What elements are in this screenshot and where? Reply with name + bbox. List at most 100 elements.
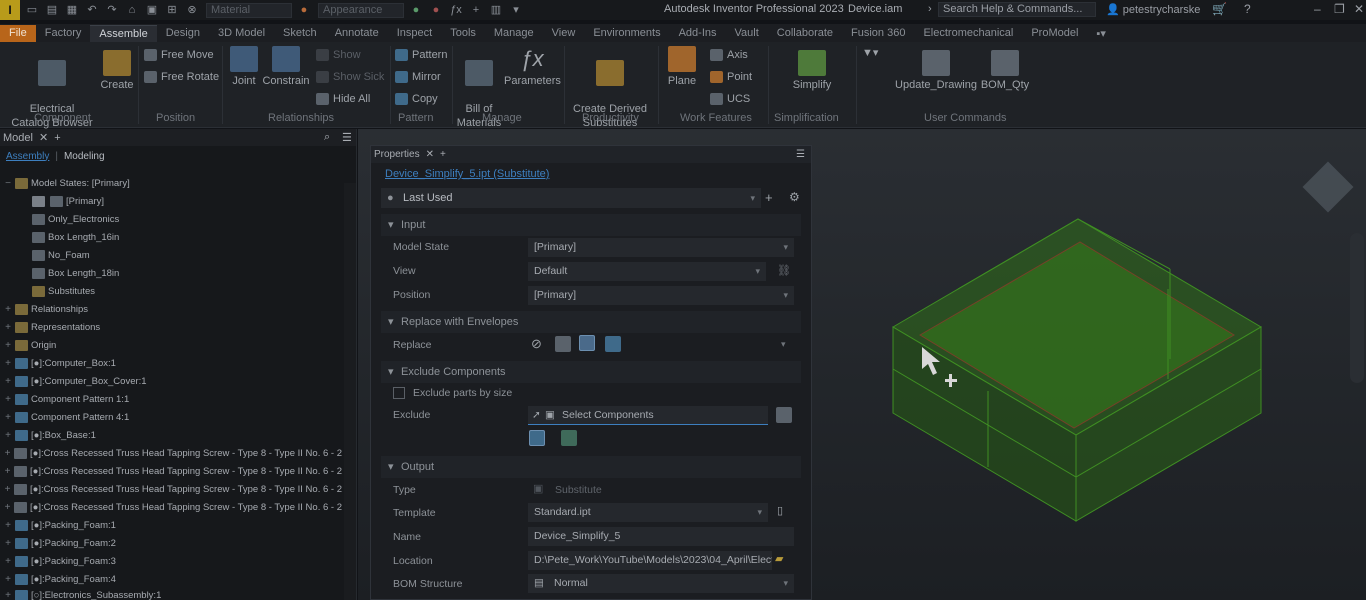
- undo-icon[interactable]: ↶: [84, 3, 100, 17]
- tree-node-only-electronics[interactable]: Only_Electronics: [0, 210, 342, 228]
- mirror-button[interactable]: Mirror: [395, 71, 441, 83]
- help-icon[interactable]: ?: [1244, 2, 1251, 16]
- expand-icon[interactable]: +: [3, 590, 13, 600]
- add-tab-icon[interactable]: +: [54, 132, 60, 144]
- tree-node-box-base[interactable]: + [●]:Box_Base:1: [0, 426, 342, 444]
- save-icon[interactable]: ▦: [64, 3, 80, 17]
- expand-icon[interactable]: +: [3, 340, 13, 351]
- print-icon[interactable]: ▣: [144, 3, 160, 17]
- expand-icon[interactable]: +: [3, 520, 13, 531]
- select-icon[interactable]: ⊞: [164, 3, 180, 17]
- expand-icon[interactable]: +: [3, 322, 13, 333]
- appearance-dropdown[interactable]: Appearance: [318, 2, 404, 18]
- section-output[interactable]: ▾ Output: [381, 456, 801, 478]
- tab-modeling[interactable]: Modeling: [64, 151, 105, 162]
- tab-tools[interactable]: Tools: [441, 25, 485, 42]
- expand-icon[interactable]: +: [3, 304, 13, 315]
- cart-icon[interactable]: 🛒: [1212, 2, 1227, 16]
- expand-icon[interactable]: +: [3, 502, 12, 513]
- free-move-button[interactable]: Free Move: [144, 49, 214, 61]
- close-icon[interactable]: ✕: [39, 131, 48, 144]
- expand-icon[interactable]: +: [3, 574, 13, 585]
- point-button[interactable]: Point: [710, 71, 752, 83]
- tab-factory[interactable]: Factory: [36, 25, 91, 42]
- group-pattern[interactable]: Pattern: [398, 112, 433, 124]
- tab-collaborate[interactable]: Collaborate: [768, 25, 842, 42]
- copy-button[interactable]: Copy: [395, 93, 438, 105]
- tree-node-computer-box[interactable]: + [●]:Computer_Box:1: [0, 354, 342, 372]
- material-dropdown[interactable]: Material: [206, 2, 292, 18]
- close-icon[interactable]: ✕: [426, 149, 434, 160]
- tree-node-screw[interactable]: + [●]:Cross Recessed Truss Head Tapping S…: [0, 480, 342, 498]
- tree-node-screw[interactable]: + [●]:Cross Recessed Truss Head Tapping S…: [0, 498, 342, 516]
- tab-environments[interactable]: Environments: [584, 25, 669, 42]
- tree-node-packing-foam-3[interactable]: + [●]:Packing_Foam:3: [0, 552, 342, 570]
- show-sick-button[interactable]: Show Sick: [316, 71, 384, 83]
- tab-assembly[interactable]: Assembly: [6, 151, 49, 162]
- show-button[interactable]: Show: [316, 49, 361, 61]
- expand-icon[interactable]: +: [3, 376, 13, 387]
- tree-node-representations[interactable]: + Representations: [0, 318, 342, 336]
- section-replace-envelopes[interactable]: ▾ Replace with Envelopes: [381, 311, 801, 333]
- axis-button[interactable]: Axis: [710, 49, 748, 61]
- close-button[interactable]: ✕: [1354, 2, 1364, 16]
- group-relationships[interactable]: Relationships: [268, 112, 334, 124]
- substitute-part-link[interactable]: Device_Simplify_5.ipt (Substitute): [385, 168, 549, 180]
- name-input[interactable]: Device_Simplify_5: [528, 527, 794, 546]
- properties-title[interactable]: Properties: [374, 149, 420, 160]
- dropdown-arrow-icon[interactable]: ▾: [781, 339, 786, 350]
- fx-icon[interactable]: ƒx: [448, 3, 464, 17]
- help-search-input[interactable]: Search Help & Commands...: [938, 2, 1096, 17]
- constrain-button[interactable]: Constrain: [262, 46, 310, 88]
- browser-title[interactable]: Model: [3, 132, 33, 144]
- group-position[interactable]: Position: [156, 112, 195, 124]
- tree-node-packing-foam-1[interactable]: + [●]:Packing_Foam:1: [0, 516, 342, 534]
- location-input[interactable]: D:\Pete_Work\YouTube\Models\2023\04_Apri…: [528, 551, 772, 570]
- color-override-icon[interactable]: ●: [408, 3, 424, 17]
- menu-icon[interactable]: ☰: [342, 131, 352, 144]
- free-rotate-button[interactable]: Free Rotate: [144, 71, 219, 83]
- collapse-icon[interactable]: −: [3, 178, 13, 189]
- folder-open-icon[interactable]: ▰: [775, 552, 783, 565]
- search-icon[interactable]: ⌕: [324, 131, 330, 144]
- menu-icon[interactable]: ☰: [796, 149, 805, 160]
- replace-bounding-icon[interactable]: [605, 336, 621, 352]
- tab-add-ins[interactable]: Add-Ins: [670, 25, 726, 42]
- close-circle-icon[interactable]: ⊗: [184, 3, 200, 17]
- tab-annotate[interactable]: Annotate: [326, 25, 388, 42]
- select-components-field[interactable]: ➚ ▣ Select Components: [528, 406, 768, 425]
- exclude-by-size-checkbox[interactable]: [393, 387, 405, 399]
- browser-scrollbar[interactable]: [344, 183, 356, 600]
- update-drawing-button[interactable]: Update_Drawing: [894, 50, 978, 92]
- tree-node-component-pattern-4[interactable]: + Component Pattern 4:1: [0, 408, 342, 426]
- user-account[interactable]: 👤 petestrycharske: [1106, 3, 1200, 16]
- envelope-model[interactable]: [892, 218, 1262, 522]
- tab-manage[interactable]: Manage: [485, 25, 543, 42]
- tree-node-screw[interactable]: + [●]:Cross Recessed Truss Head Tapping S…: [0, 444, 342, 462]
- tree-node-relationships[interactable]: + Relationships: [0, 300, 342, 318]
- tree-node-box-length-18[interactable]: Box Length_18in: [0, 264, 342, 282]
- tree-node-computer-box-cover[interactable]: + [●]:Computer_Box_Cover:1: [0, 372, 342, 390]
- qa-menu-icon[interactable]: ▾: [508, 3, 524, 17]
- expand-icon[interactable]: +: [3, 358, 13, 369]
- joint-button[interactable]: Joint: [228, 46, 260, 88]
- expand-icon[interactable]: +: [3, 466, 12, 477]
- tab-file[interactable]: File: [0, 25, 36, 42]
- tab-inspect[interactable]: Inspect: [388, 25, 441, 42]
- home-icon[interactable]: ⌂: [124, 3, 140, 17]
- plus-icon[interactable]: +: [468, 3, 484, 17]
- select-internal-icon[interactable]: [529, 430, 545, 446]
- redo-icon[interactable]: ↷: [104, 3, 120, 17]
- tab-design[interactable]: Design: [157, 25, 209, 42]
- tab-promodel[interactable]: ProModel: [1022, 25, 1087, 42]
- section-exclude-components[interactable]: ▾ Exclude Components: [381, 361, 801, 383]
- tree-node-no-foam[interactable]: No_Foam: [0, 246, 342, 264]
- measure-icon[interactable]: ▥: [488, 3, 504, 17]
- replace-all-icon[interactable]: [579, 335, 595, 351]
- bom-structure-dropdown[interactable]: ▤ Normal: [528, 574, 794, 593]
- expand-icon[interactable]: +: [3, 484, 12, 495]
- plane-button[interactable]: Plane: [664, 46, 700, 88]
- section-input[interactable]: ▾ Input: [381, 214, 801, 236]
- navigation-bar[interactable]: [1350, 233, 1364, 383]
- expand-icon[interactable]: +: [3, 430, 13, 441]
